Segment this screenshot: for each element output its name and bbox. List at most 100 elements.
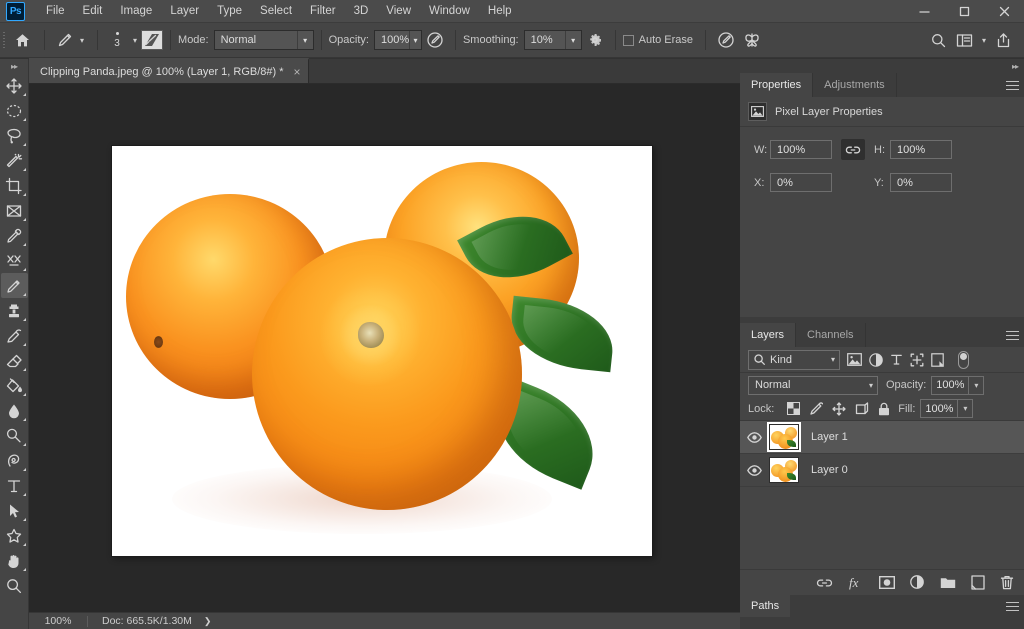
menu-edit[interactable]: Edit	[74, 0, 112, 23]
tool-pen[interactable]	[1, 448, 28, 473]
options-bar-grip[interactable]	[0, 23, 7, 58]
tool-path-selection[interactable]	[1, 498, 28, 523]
smart-object-filter-icon[interactable]	[931, 352, 944, 367]
menu-filter[interactable]: Filter	[301, 0, 345, 23]
table-row[interactable]: Layer 1	[740, 421, 1024, 454]
tool-zoom[interactable]	[1, 573, 28, 598]
auto-erase-checkbox-wrap[interactable]: Auto Erase	[622, 34, 698, 46]
pixel-filter-icon[interactable]	[847, 353, 862, 366]
layer-opacity-input[interactable]: 100%	[931, 375, 970, 395]
tool-dodge[interactable]	[1, 423, 28, 448]
type-filter-icon[interactable]	[890, 353, 903, 366]
tool-eraser[interactable]	[1, 348, 28, 373]
tool-object-selection[interactable]	[1, 148, 28, 173]
tool-pencil[interactable]	[0, 273, 28, 298]
menu-3d[interactable]: 3D	[345, 0, 378, 23]
tool-custom-shape[interactable]	[1, 523, 28, 548]
menu-window[interactable]: Window	[420, 0, 479, 23]
tool-hand[interactable]	[1, 548, 28, 573]
fill-input[interactable]: 100%	[920, 399, 959, 418]
menu-layer[interactable]: Layer	[161, 0, 208, 23]
link-layers-button[interactable]	[816, 578, 833, 588]
add-layer-mask-button[interactable]	[879, 576, 895, 589]
layers-panel-menu-button[interactable]	[1000, 323, 1024, 347]
menu-type[interactable]: Type	[208, 0, 251, 23]
lock-all-icon[interactable]	[878, 402, 890, 416]
tool-eyedropper[interactable]	[1, 223, 28, 248]
lock-position-icon[interactable]	[832, 401, 846, 416]
height-input[interactable]: 100%	[890, 140, 952, 159]
blend-mode-select[interactable]: Normal ▾	[213, 30, 314, 50]
pressure-size-button[interactable]	[713, 28, 739, 52]
tab-paths[interactable]: Paths	[740, 595, 791, 617]
tool-clone-stamp[interactable]	[1, 298, 28, 323]
new-layer-button[interactable]	[971, 575, 985, 590]
tab-layers[interactable]: Layers	[740, 323, 797, 347]
lock-image-pixels-icon[interactable]	[809, 401, 824, 416]
maximize-button[interactable]	[944, 0, 984, 23]
x-input[interactable]: 0%	[770, 173, 832, 192]
new-group-button[interactable]	[940, 576, 956, 589]
layer-list-empty-space[interactable]	[740, 487, 1024, 569]
tool-crop[interactable]	[1, 173, 28, 198]
pressure-opacity-button[interactable]	[422, 28, 448, 52]
layer-opacity-stepper[interactable]: ▾	[969, 375, 985, 395]
width-input[interactable]: 100%	[770, 140, 832, 159]
smoothing-input[interactable]: 10% ▾	[523, 30, 582, 50]
menu-view[interactable]: View	[377, 0, 420, 23]
search-button[interactable]	[926, 28, 952, 52]
tool-history-brush[interactable]	[1, 323, 28, 348]
tab-adjustments[interactable]: Adjustments	[813, 73, 897, 97]
filter-toggle-switch[interactable]	[958, 350, 969, 369]
menu-help[interactable]: Help	[479, 0, 521, 23]
paths-panel-menu-button[interactable]	[1000, 595, 1024, 617]
tool-type[interactable]	[1, 473, 28, 498]
link-width-height-button[interactable]	[841, 139, 865, 160]
zoom-level[interactable]: 100%	[29, 615, 87, 627]
adjustment-filter-icon[interactable]	[869, 352, 883, 367]
tool-move[interactable]	[1, 73, 28, 98]
layer-visibility-toggle[interactable]	[740, 464, 769, 476]
tool-blur[interactable]	[1, 398, 28, 423]
canvas-area[interactable]	[29, 84, 740, 612]
close-icon[interactable]: ×	[294, 65, 301, 79]
chevron-right-icon[interactable]: ❯	[204, 616, 212, 627]
brush-settings-panel-button[interactable]	[141, 30, 164, 50]
tool-gradient[interactable]	[1, 373, 28, 398]
menu-select[interactable]: Select	[251, 0, 301, 23]
lock-transparent-pixels-icon[interactable]	[787, 402, 801, 415]
shape-filter-icon[interactable]	[910, 353, 924, 367]
layer-thumbnail[interactable]	[769, 457, 799, 483]
tool-frame[interactable]	[1, 198, 28, 223]
layer-visibility-toggle[interactable]	[740, 431, 769, 443]
auto-erase-checkbox[interactable]	[622, 34, 634, 46]
dock-collapse-button[interactable]: ▸▸	[740, 59, 1024, 73]
tool-preset-picker[interactable]: ▾	[52, 28, 90, 52]
layer-thumbnail[interactable]	[767, 422, 801, 452]
smoothing-options-button[interactable]	[582, 28, 608, 52]
brush-size-picker[interactable]: 3	[105, 25, 129, 55]
layer-name[interactable]: Layer 1	[811, 431, 848, 443]
artboard[interactable]	[112, 146, 652, 556]
tab-channels[interactable]: Channels	[796, 323, 866, 347]
tool-elliptical-marquee[interactable]	[1, 98, 28, 123]
tool-spot-healing-brush[interactable]	[1, 248, 28, 273]
chevron-down-icon[interactable]: ▾	[133, 36, 137, 45]
table-row[interactable]: Layer 0	[740, 454, 1024, 487]
lock-artboard-icon[interactable]	[855, 401, 869, 416]
minimize-button[interactable]	[904, 0, 944, 23]
toolbar-collapse-button[interactable]: ▸▸	[0, 59, 29, 73]
symmetry-button[interactable]	[739, 28, 765, 52]
tab-properties[interactable]: Properties	[740, 73, 814, 97]
delete-layer-button[interactable]	[1000, 575, 1014, 590]
menu-image[interactable]: Image	[111, 0, 161, 23]
chevron-down-icon[interactable]: ▾	[982, 36, 986, 45]
fill-stepper[interactable]: ▾	[958, 399, 974, 418]
add-layer-style-button[interactable]: fx	[848, 575, 864, 590]
close-button[interactable]	[984, 0, 1024, 23]
home-button[interactable]	[7, 23, 37, 58]
opacity-input[interactable]: 100% ▾	[373, 30, 422, 50]
share-button[interactable]	[990, 28, 1016, 52]
filter-kind-select[interactable]: Kind ▾	[748, 349, 840, 370]
properties-panel-menu-button[interactable]	[1000, 73, 1024, 97]
